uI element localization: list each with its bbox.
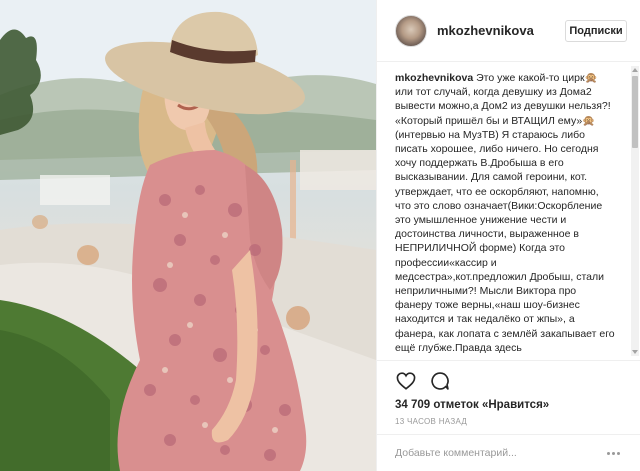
scroll-down-arrow[interactable]	[632, 350, 638, 354]
action-icons	[395, 367, 623, 395]
comment-box	[377, 434, 640, 471]
caption-username[interactable]: mkozhevnikova	[395, 72, 473, 84]
scroll-up-arrow[interactable]	[632, 68, 638, 72]
instagram-post: mkozhevnikova Подписки mkozhevnikova Это…	[0, 0, 640, 471]
likes-count[interactable]: 34 709 отметок «Нравится»	[395, 399, 623, 411]
post-header: mkozhevnikova Подписки	[377, 0, 640, 62]
avatar[interactable]	[395, 14, 427, 47]
post-actions: 34 709 отметок «Нравится» 13 часов назад	[377, 360, 640, 426]
photo-illustration	[0, 0, 376, 471]
following-button[interactable]: Подписки	[565, 19, 627, 42]
post-sidebar: mkozhevnikova Подписки mkozhevnikova Это…	[376, 0, 640, 471]
post-photo[interactable]	[0, 0, 376, 471]
caption-text: Это уже какой-то цирк🙊 или тот случай, к…	[395, 72, 615, 354]
ellipsis-icon[interactable]	[603, 443, 623, 463]
caption-scrollbar[interactable]	[631, 66, 639, 356]
scroll-thumb[interactable]	[632, 76, 638, 148]
caption: mkozhevnikova Это уже какой-то цирк🙊 или…	[377, 63, 633, 355]
heart-outline-icon[interactable]	[395, 370, 417, 392]
post-timestamp[interactable]: 13 часов назад	[395, 417, 623, 426]
caption-area: mkozhevnikova Это уже какой-то цирк🙊 или…	[377, 63, 640, 360]
header-username[interactable]: mkozhevnikova	[437, 23, 565, 38]
comment-input[interactable]	[395, 447, 603, 459]
speech-bubble-icon[interactable]	[429, 370, 451, 392]
